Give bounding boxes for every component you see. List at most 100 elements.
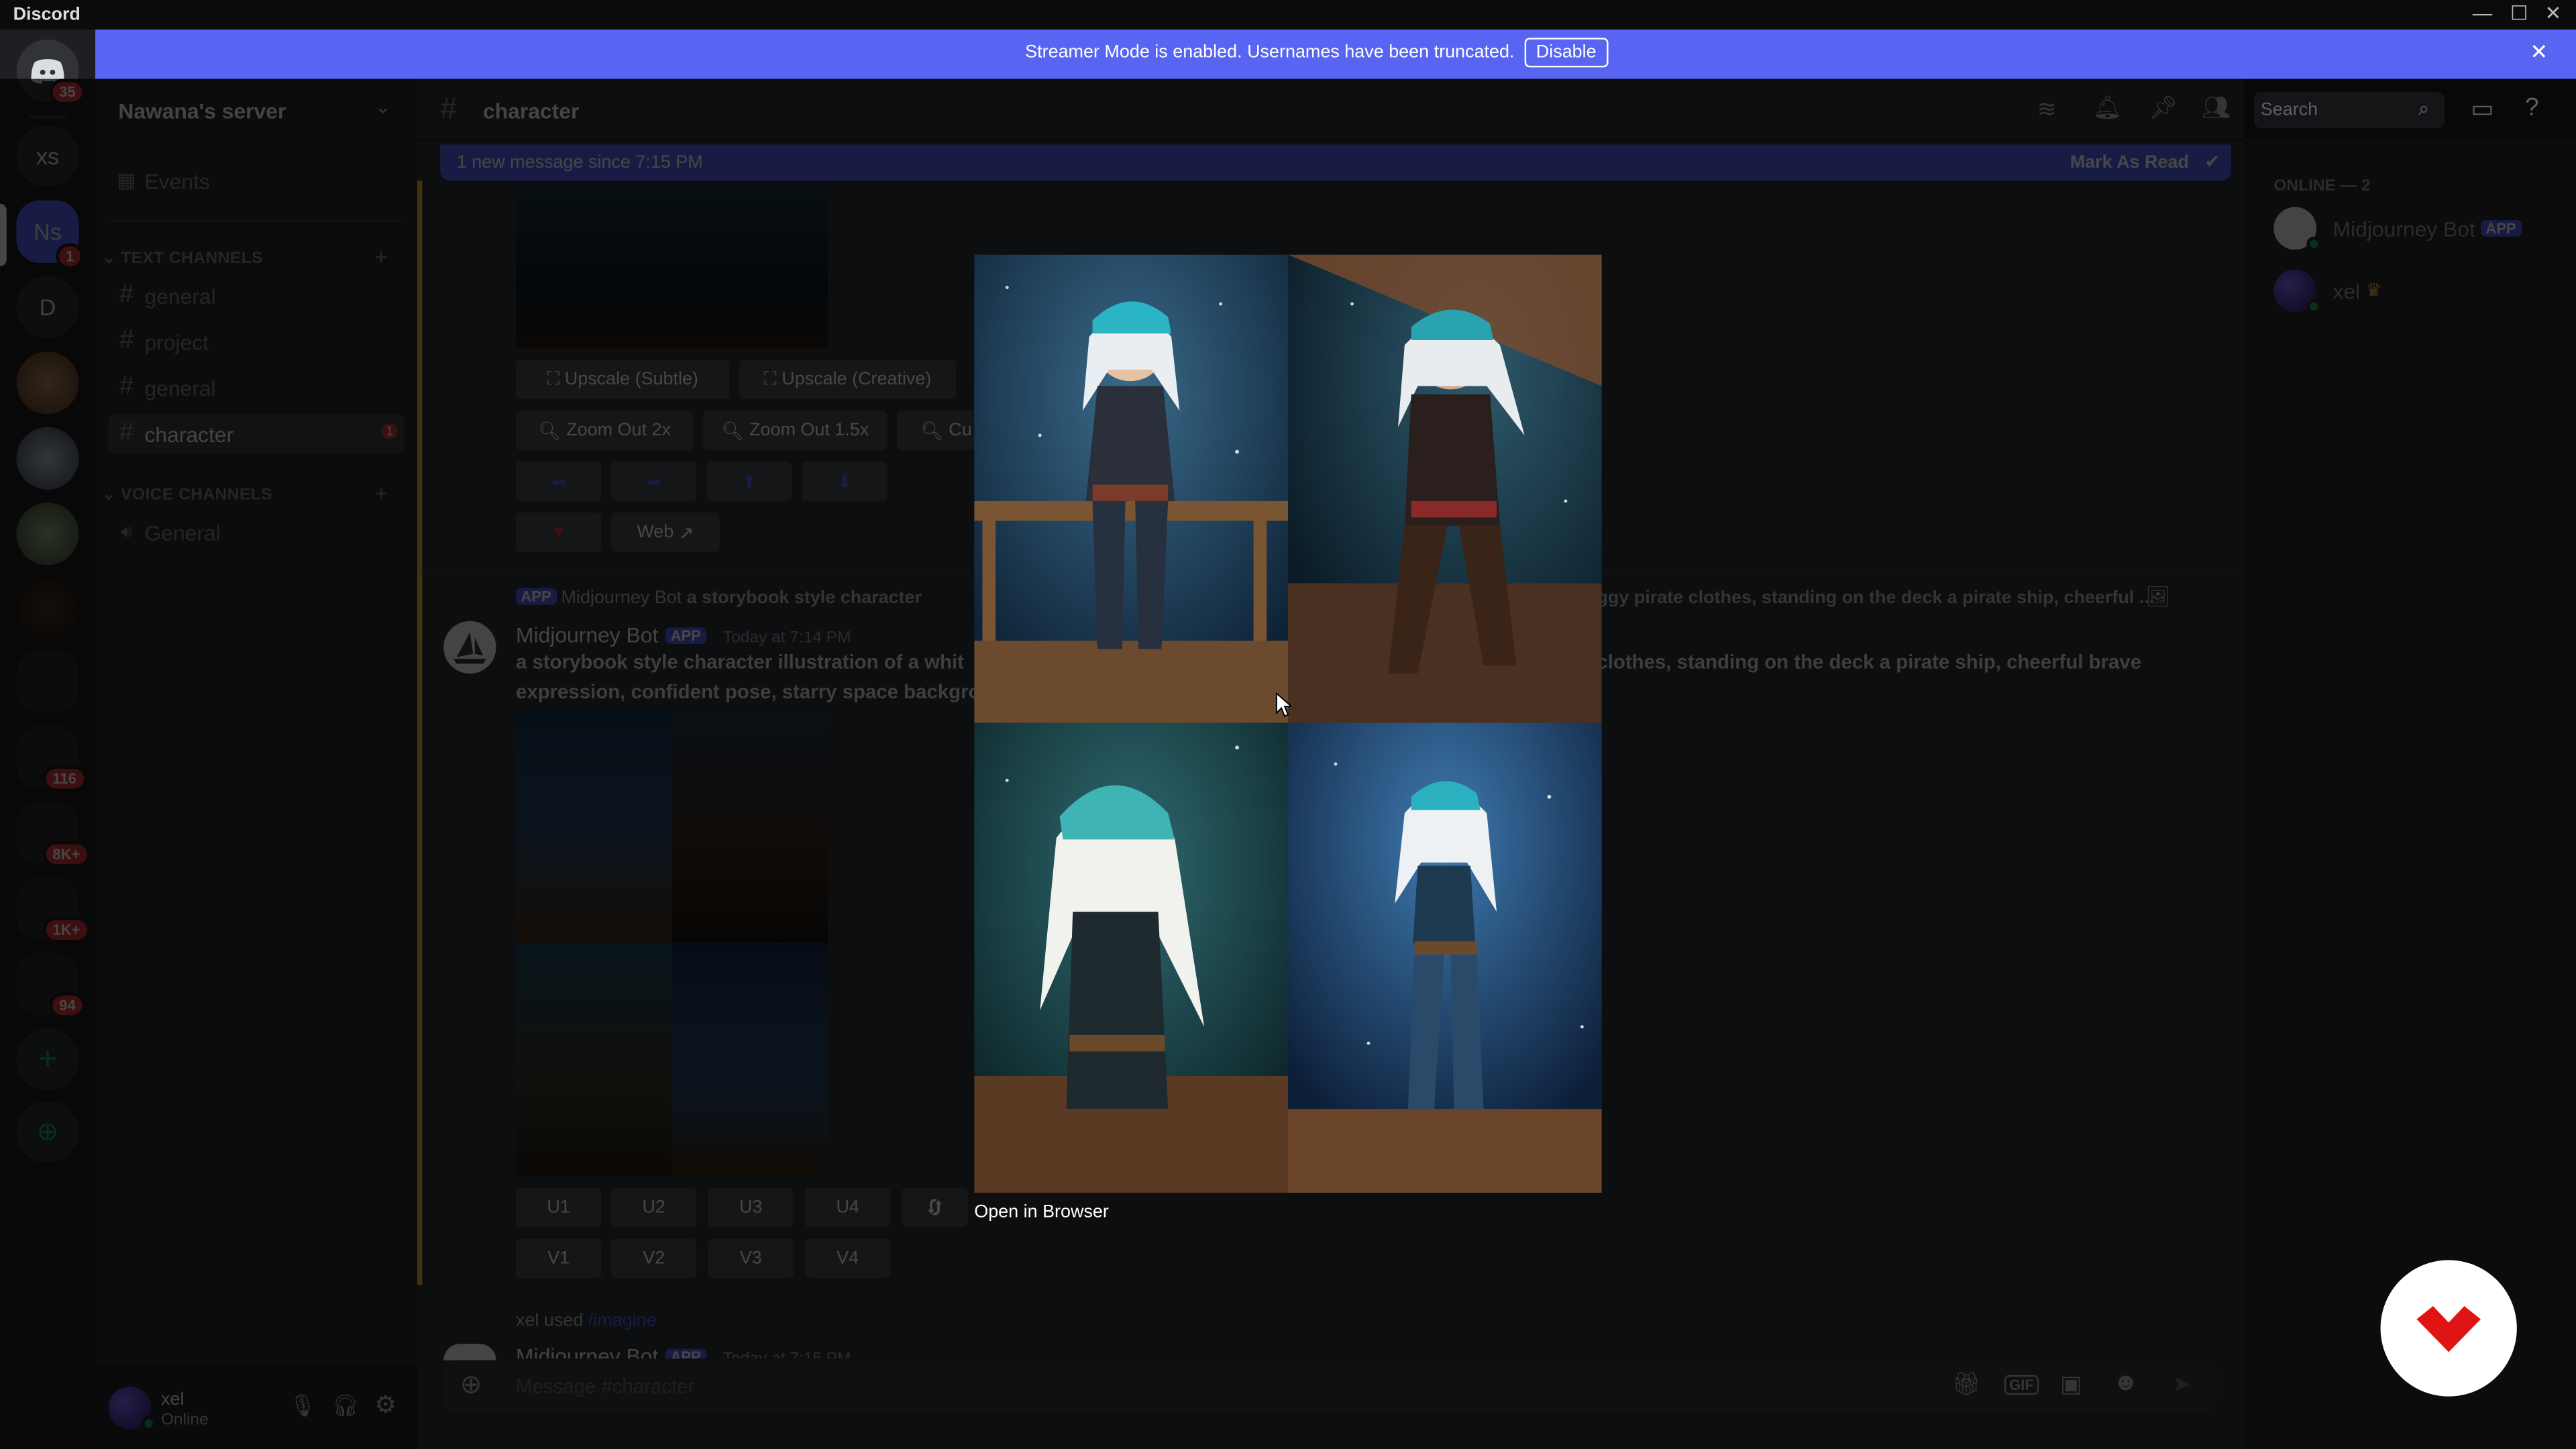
channel-general-2[interactable]: # general: [109, 368, 405, 408]
server-avatar-3[interactable]: [16, 502, 79, 566]
upscale-subtle-button[interactable]: ⛶ Upscale (Subtle): [515, 360, 730, 400]
server-folder-4[interactable]: 1K+: [16, 877, 91, 943]
arrow-up-icon: ⬆: [741, 472, 757, 492]
channel-project[interactable]: # project: [109, 322, 405, 362]
variation-v2-button[interactable]: V2: [611, 1238, 697, 1279]
bot-avatar[interactable]: [443, 621, 496, 674]
members-icon[interactable]: 👥︎: [2202, 94, 2231, 122]
upscale-u4-button[interactable]: U4: [805, 1187, 891, 1228]
add-voice-channel-icon[interactable]: +: [374, 480, 388, 506]
divider: [108, 220, 405, 222]
member-name: Midjourney Bot: [2332, 217, 2475, 242]
category-text[interactable]: ⌄ TEXT CHANNELS: [102, 250, 263, 268]
channel-general-1[interactable]: # general: [109, 276, 405, 315]
online-header: ONLINE — 2: [2273, 177, 2371, 196]
previous-image[interactable]: [515, 187, 828, 349]
channel-sidebar: Nawana's server ⌄ ▦ Events ⌄ TEXT CHANNE…: [95, 78, 418, 1449]
next-reply-preview[interactable]: xel used /imagine: [516, 1311, 657, 1330]
author-name[interactable]: Midjourney Bot: [516, 623, 658, 647]
member-midjourney[interactable]: Midjourney Bot APP: [2273, 204, 2569, 252]
variation-v1-button[interactable]: V1: [515, 1238, 602, 1279]
server-avatar-4[interactable]: [16, 578, 79, 641]
gear-icon[interactable]: ⚙: [374, 1390, 396, 1419]
mic-icon[interactable]: 🎙︎: [289, 1393, 316, 1419]
variation-v3-button[interactable]: V3: [708, 1238, 794, 1279]
add-attachment-icon[interactable]: ⊕: [460, 1368, 482, 1401]
events-item[interactable]: ▦ Events: [109, 161, 405, 201]
inbox-icon[interactable]: ▭: [2471, 94, 2494, 123]
hash-icon: #: [119, 372, 134, 401]
server-folder-2[interactable]: 116: [16, 726, 87, 792]
server-d[interactable]: D: [16, 276, 79, 339]
sticker-icon[interactable]: ▣: [2060, 1370, 2082, 1398]
headphones-icon[interactable]: 🎧︎: [332, 1393, 359, 1419]
pan-down-button[interactable]: ⬇: [802, 462, 888, 501]
server-avatar-1[interactable]: [16, 352, 79, 415]
timestamp: Today at 7:14 PM: [722, 629, 851, 647]
upscale-u2-button[interactable]: U2: [611, 1187, 697, 1228]
button-label: Zoom Out 1.5x: [749, 420, 869, 441]
zoom-out-2x-button[interactable]: 🔍︎ Zoom Out 2x: [515, 411, 694, 451]
add-channel-icon[interactable]: +: [374, 243, 388, 269]
web-link-button[interactable]: Web ↗: [611, 513, 720, 552]
discord-home-icon[interactable]: 35: [16, 39, 86, 105]
selected-pill: [0, 203, 7, 266]
home-badge: 35: [49, 78, 86, 105]
server-folder-5[interactable]: 94: [16, 953, 86, 1019]
bell-icon[interactable]: 🔔︎: [2093, 94, 2123, 122]
upscale-icon: ⛶: [547, 368, 565, 389]
lightbox-image[interactable]: [974, 254, 1602, 1193]
button-label: Cu: [949, 420, 972, 441]
reroll-icon: 🔄︎: [926, 1199, 944, 1220]
member-xel[interactable]: xel ♛: [2273, 266, 2569, 314]
gif-icon[interactable]: GIF: [2004, 1375, 2039, 1395]
server-avatar-2[interactable]: [16, 427, 79, 490]
server-xs[interactable]: xs: [16, 125, 79, 188]
category-voice[interactable]: ⌄ VOICE CHANNELS: [102, 486, 272, 504]
bot-avatar-2[interactable]: [443, 1344, 496, 1360]
mark-read-button[interactable]: Mark As Read: [2070, 153, 2189, 172]
prompt-line-right: clothes, standing on the deck a pirate s…: [1597, 650, 2142, 674]
disable-button[interactable]: Disable: [1524, 38, 1608, 68]
pan-up-button[interactable]: ⬆: [706, 462, 792, 501]
image-grid-thumbnail[interactable]: [515, 709, 828, 1177]
reroll-button[interactable]: 🔄︎: [902, 1187, 968, 1228]
open-in-browser-link[interactable]: Open in Browser: [974, 1203, 1109, 1222]
upscale-u3-button[interactable]: U3: [708, 1187, 794, 1228]
threads-icon[interactable]: ≋: [2037, 95, 2057, 123]
channel-label: General: [144, 520, 221, 545]
pin-icon[interactable]: 📌︎: [2149, 94, 2178, 122]
voice-channel-general[interactable]: 🔊︎ General: [109, 513, 405, 552]
pan-right-button[interactable]: ➡: [611, 462, 697, 501]
gift-icon[interactable]: 🎁︎: [1951, 1370, 1981, 1398]
image-icon: 🖼︎: [2145, 584, 2171, 608]
upscale-creative-button[interactable]: ⛶ Upscale (Creative): [739, 360, 957, 400]
server-folder-3[interactable]: 8K+: [16, 802, 91, 868]
search-input[interactable]: Search ⌕: [2254, 92, 2445, 129]
variation-v4-button[interactable]: V4: [805, 1238, 891, 1279]
server-folder-1[interactable]: [16, 650, 79, 713]
new-messages-bar[interactable]: 1 new message since 7:15 PM Mark As Read…: [440, 144, 2231, 181]
folder-badge: 1K+: [42, 916, 91, 943]
discover-icon[interactable]: ⊕: [16, 1100, 79, 1163]
upscale-u1-button[interactable]: U1: [515, 1187, 602, 1228]
recorder-logo: [2380, 1260, 2517, 1397]
close-banner-icon[interactable]: ✕: [2530, 40, 2548, 66]
add-server-icon[interactable]: +: [16, 1028, 79, 1091]
pan-left-button[interactable]: ⬅: [515, 462, 602, 501]
author-name[interactable]: Midjourney Bot: [516, 1344, 658, 1358]
message-composer[interactable]: ⊕ Message #character 🎁︎ GIF ▣ ☻ ➤: [443, 1360, 2218, 1413]
reply-preview[interactable]: APP Midjourney Bot a storybook style cha…: [515, 588, 922, 608]
channel-character[interactable]: # character 1: [108, 414, 405, 453]
server-header[interactable]: Nawana's server ⌄: [95, 79, 418, 142]
chevron-icon: ⌄: [101, 250, 121, 268]
favorite-button[interactable]: ♥: [515, 513, 602, 552]
close-window-icon[interactable]: ✕: [2544, 1, 2561, 24]
help-icon[interactable]: ?: [2525, 94, 2538, 122]
server-ns[interactable]: Ns 1: [16, 200, 84, 270]
emoji-icon[interactable]: ☻: [2112, 1368, 2139, 1397]
send-icon[interactable]: ➤: [2172, 1370, 2192, 1398]
zoom-out-1-5x-button[interactable]: 🔍︎ Zoom Out 1.5x: [703, 411, 888, 451]
minimize-icon[interactable]: —: [2473, 1, 2492, 24]
maximize-icon[interactable]: ☐: [2510, 1, 2528, 24]
